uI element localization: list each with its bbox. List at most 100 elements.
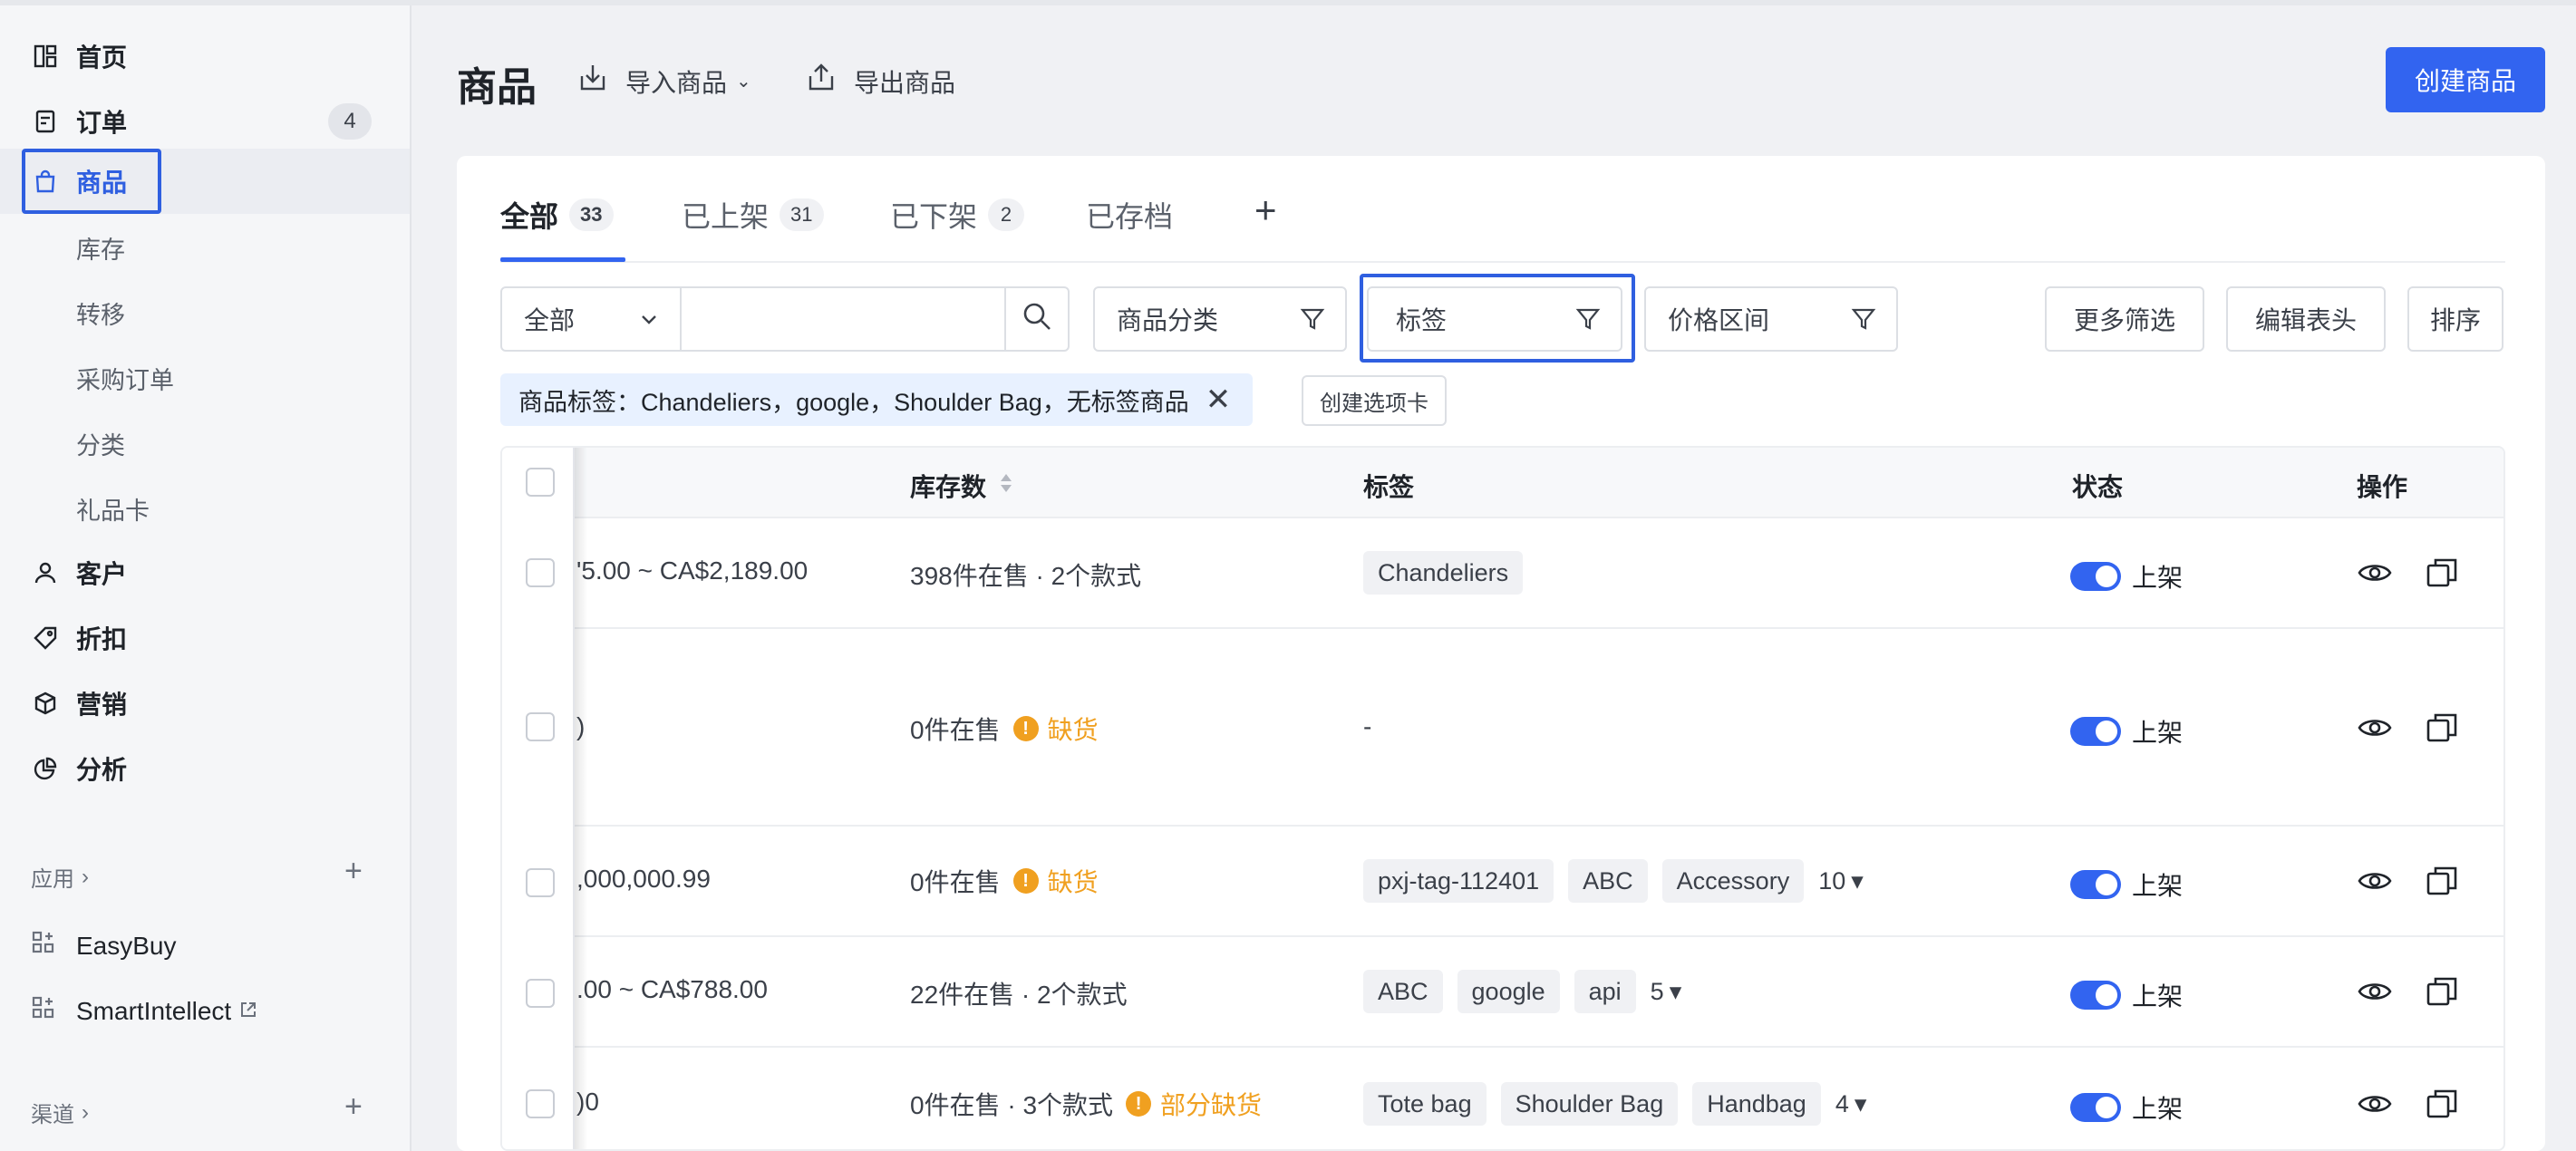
status-toggle[interactable]	[2070, 717, 2121, 746]
channels-section-title[interactable]: 渠道 ›	[31, 1097, 89, 1128]
more-tags-dropdown[interactable]: 10 ▾	[1818, 867, 1864, 895]
status-toggle[interactable]	[2070, 870, 2121, 899]
tab-archived[interactable]: 已存档	[1086, 194, 1173, 236]
export-products-button[interactable]: 导出商品	[805, 62, 955, 101]
tags-cell: pxj-tag-112401 ABC Accessory 10 ▾	[1363, 859, 1864, 903]
sort-button[interactable]: 排序	[2407, 286, 2503, 352]
tags-cell: Tote bag Shoulder Bag Handbag 4 ▾	[1363, 1082, 1866, 1126]
close-icon[interactable]: ✕	[1206, 384, 1232, 415]
tab-divider	[500, 261, 2505, 263]
column-stock[interactable]: 库存数	[910, 468, 1013, 504]
apps-section-title[interactable]: 应用 ›	[31, 861, 89, 893]
row-checkbox[interactable]	[526, 1089, 555, 1118]
tag-chip: ABC	[1568, 859, 1648, 903]
sidebar-item-label: 折扣	[76, 625, 128, 653]
sidebar-item-customers[interactable]: 客户	[0, 540, 410, 605]
page-title: 商品	[457, 65, 537, 110]
stock-cell: 0件在售 ! 缺货	[910, 863, 1099, 899]
caret-down-icon: ▾	[1851, 866, 1864, 895]
sidebar-item-discounts[interactable]: 折扣	[0, 605, 410, 671]
sidebar-subitem-purchase-orders[interactable]: 采购订单	[76, 361, 174, 396]
tag-filter[interactable]: 标签	[1367, 286, 1622, 352]
filter-icon	[1851, 306, 1876, 338]
row-checkbox[interactable]	[526, 979, 555, 1008]
filter-icon	[1300, 306, 1325, 338]
tab-all[interactable]: 全部 33	[500, 194, 614, 236]
eye-icon[interactable]	[2357, 973, 2393, 1014]
sidebar-subitem-transfer[interactable]: 转移	[76, 295, 125, 331]
tag-chip: ABC	[1363, 970, 1443, 1013]
tags-cell: Chandeliers	[1363, 551, 1537, 595]
tag-chip: google	[1457, 970, 1560, 1013]
table-row[interactable]: '5.00 ~ CA$2,189.00 398件在售 · 2个款式 Chande…	[502, 518, 2503, 629]
sidebar-app-easybuy[interactable]: EasyBuy	[31, 930, 177, 962]
app-grid-icon	[31, 930, 56, 962]
copy-icon[interactable]	[2424, 863, 2460, 904]
column-actions: 操作	[2357, 473, 2408, 501]
sidebar-item-marketing[interactable]: 营销	[0, 671, 410, 736]
category-filter[interactable]: 商品分类	[1093, 286, 1347, 352]
row-checkbox[interactable]	[526, 712, 555, 741]
sidebar-item-analytics[interactable]: 分析	[0, 736, 410, 801]
more-filters-button[interactable]: 更多筛选	[2045, 286, 2204, 352]
chevron-right-icon: ›	[82, 1099, 89, 1125]
active-filter-chip: 商品标签：Chandeliers，google，Shoulder Bag，无标签…	[500, 373, 1254, 426]
row-checkbox[interactable]	[526, 558, 555, 587]
sidebar-subitem-inventory[interactable]: 库存	[76, 230, 125, 266]
row-actions	[2357, 555, 2460, 595]
eye-icon[interactable]	[2357, 1086, 2393, 1127]
status-cell: 上架	[2070, 558, 2183, 595]
price-range-filter[interactable]: 价格区间	[1644, 286, 1898, 352]
row-checkbox[interactable]	[526, 868, 555, 897]
sidebar-item-orders[interactable]: 订单 4	[0, 89, 410, 154]
sort-icon	[999, 471, 1013, 501]
tags-cell: -	[1363, 712, 1372, 740]
add-tab-plus-icon[interactable]: +	[1254, 189, 1277, 232]
select-all-checkbox[interactable]	[526, 468, 555, 497]
eye-icon[interactable]	[2357, 710, 2393, 750]
warning-icon: !	[1126, 1091, 1152, 1117]
tag-icon	[31, 624, 60, 653]
tag-chip: Handbag	[1692, 1082, 1821, 1126]
price-cell: ,000,000.99	[576, 865, 711, 893]
stock-cell: 0件在售 · 3个款式 ! 部分缺货	[910, 1086, 1262, 1122]
tag-chip: Accessory	[1661, 859, 1805, 903]
sidebar-item-products[interactable]: 商品	[0, 149, 410, 214]
add-app-plus-icon[interactable]: +	[344, 856, 363, 886]
edit-columns-button[interactable]: 编辑表头	[2226, 286, 2386, 352]
eye-icon[interactable]	[2357, 555, 2393, 595]
chevron-right-icon: ›	[82, 864, 89, 889]
warning-icon: !	[1012, 716, 1039, 741]
eye-icon[interactable]	[2357, 863, 2393, 904]
status-toggle[interactable]	[2070, 562, 2121, 591]
search-input[interactable]	[680, 286, 1006, 352]
products-card: 全部 33 已上架 31 已下架 2 已存档 + 全部 商品分类 标签 价格区间…	[457, 156, 2545, 1151]
create-product-button[interactable]: 创建商品	[2386, 47, 2545, 112]
copy-icon[interactable]	[2424, 555, 2460, 595]
search-button[interactable]	[1004, 286, 1070, 352]
add-channel-plus-icon[interactable]: +	[344, 1091, 363, 1122]
active-tab-indicator	[500, 257, 625, 262]
tab-active[interactable]: 已上架 31	[682, 194, 824, 236]
tab-inactive[interactable]: 已下架 2	[890, 194, 1025, 236]
create-view-button[interactable]: 创建选项卡	[1302, 375, 1447, 426]
status-toggle[interactable]	[2070, 981, 2121, 1010]
sidebar-item-home[interactable]: 首页	[0, 24, 410, 89]
dashboard-icon	[31, 42, 60, 71]
scope-select[interactable]: 全部	[500, 286, 682, 352]
table-row[interactable]: )0 0件在售 · 3个款式 ! 部分缺货 Tote bag Shoulder B…	[502, 1048, 2503, 1149]
sidebar-subitem-categories[interactable]: 分类	[76, 426, 125, 461]
table-row[interactable]: ,000,000.99 0件在售 ! 缺货 pxj-tag-112401 ABC …	[502, 827, 2503, 937]
copy-icon[interactable]	[2424, 973, 2460, 1014]
import-products-button[interactable]: 导入商品 ⌄	[576, 62, 751, 101]
table-row[interactable]: .00 ~ CA$788.00 22件在售 · 2个款式 ABC google …	[502, 937, 2503, 1048]
out-of-stock-warning: ! 缺货	[1012, 863, 1099, 899]
sidebar-subitem-gift-cards[interactable]: 礼品卡	[76, 491, 150, 527]
copy-icon[interactable]	[2424, 710, 2460, 750]
copy-icon[interactable]	[2424, 1086, 2460, 1127]
more-tags-dropdown[interactable]: 4 ▾	[1835, 1090, 1867, 1118]
status-toggle[interactable]	[2070, 1093, 2121, 1122]
table-row[interactable]: ) 0件在售 !缺货 - 上架	[502, 629, 2503, 827]
sidebar-app-smartintellect[interactable]: SmartIntellect	[31, 995, 258, 1027]
more-tags-dropdown[interactable]: 5 ▾	[1651, 978, 1682, 1006]
